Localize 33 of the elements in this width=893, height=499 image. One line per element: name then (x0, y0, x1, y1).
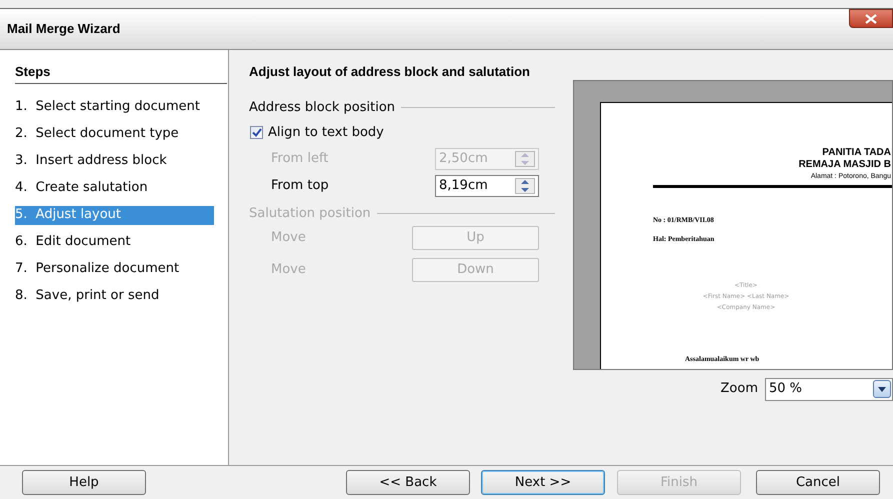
align-checkbox[interactable]: Align to text body (250, 123, 555, 142)
dialog-button[interactable]: Cancel (756, 470, 880, 495)
spin-buttons-icon[interactable] (515, 178, 535, 194)
group-heading: Address block position (249, 98, 396, 116)
zoom-value: 50 % (769, 380, 802, 398)
page-heading: Adjust layout of address block and salutation (249, 63, 531, 81)
step-item[interactable]: 6. Edit document (15, 232, 214, 252)
zoom-label: Zoom (720, 380, 758, 398)
close-button[interactable] (849, 9, 893, 28)
dropdown-button[interactable] (873, 380, 891, 398)
step-item[interactable]: 7. Personalize document (15, 260, 214, 278)
step-item[interactable]: 4. Create salutation (15, 178, 214, 198)
step-item[interactable]: 3. Insert address block (15, 152, 214, 170)
field-label: From top (271, 176, 329, 195)
letterhead-title: REMAJA MASJID B (798, 158, 891, 170)
dialog-button[interactable]: Next >> (481, 470, 605, 495)
steps-heading: Steps (15, 62, 227, 84)
group-heading: Salutation position (249, 204, 371, 222)
checkbox[interactable] (250, 126, 263, 140)
step-item[interactable]: 8. Save, print or send (15, 286, 214, 306)
step-item[interactable]: 1. Select starting document (15, 98, 214, 116)
zoom-dropdown[interactable]: 50 % (765, 378, 893, 400)
caret-icon (878, 386, 886, 392)
window-title: Mail Merge Wizard (7, 20, 120, 38)
dialog-button[interactable]: Help (22, 470, 146, 495)
letterhead-title: PANITIA TADA (822, 146, 891, 158)
move-label: Move (271, 229, 306, 248)
dialog-button[interactable]: << Back (346, 470, 470, 495)
move-label: Move (271, 261, 306, 280)
spin-field[interactable]: 8,19cm (435, 174, 539, 196)
step-item[interactable]: 2. Select document type (15, 124, 214, 144)
field-label: From left (271, 150, 328, 168)
close-icon (865, 14, 877, 24)
